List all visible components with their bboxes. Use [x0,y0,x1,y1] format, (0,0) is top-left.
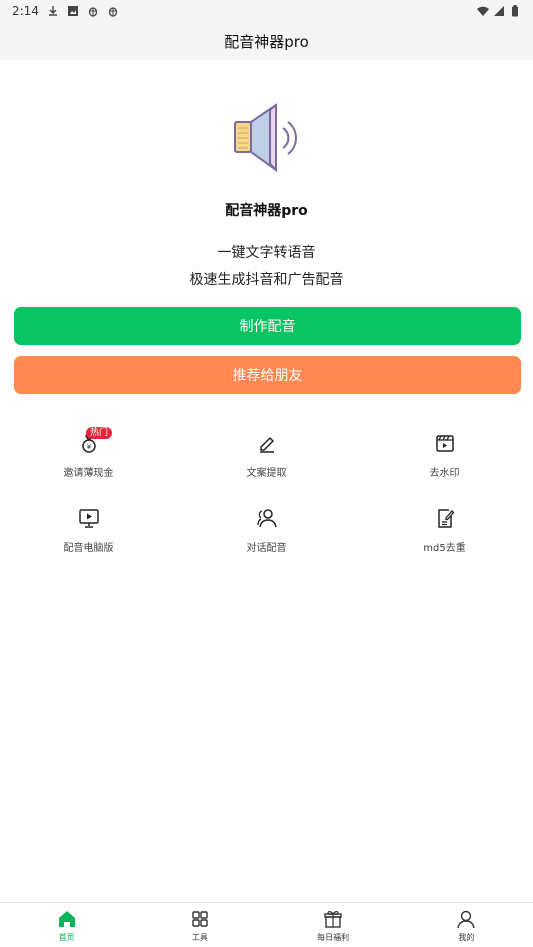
edit-document-icon [437,509,454,528]
bug-icon [88,7,98,17]
grid-icon [192,911,208,927]
nav-daily-welfare[interactable]: 每日福利 [267,903,400,947]
nav-label: 我的 [458,933,475,942]
speaker-icon [234,102,297,173]
feature-text-extract[interactable]: 文案提取 [178,425,355,485]
photo-icon [67,6,78,16]
feature-label: 去水印 [429,468,460,479]
home-icon [58,911,75,927]
monitor-play-icon [78,509,99,528]
bottom-nav: 首页 工具 每日福利 我的 [0,902,533,947]
feature-label: 邀请薄现金 [63,468,114,479]
status-time: 2:14 [12,4,39,18]
wifi-icon [477,6,489,16]
nav-label: 首页 [58,933,75,942]
feature-pc-version[interactable]: 配音电脑版 [0,500,177,560]
feature-invite-cash[interactable]: ¥ 热门 邀请薄现金 [0,425,177,485]
feature-label: 配音电脑版 [63,543,114,554]
status-bar: 2:14 [0,0,533,22]
hot-badge: 热门 [86,427,113,439]
recommend-button[interactable]: 推荐给朋友 [14,356,521,394]
feature-remove-watermark[interactable]: 去水印 [356,425,533,485]
app-name: 配音神器pro [225,203,308,219]
svg-text:¥: ¥ [86,443,91,451]
tagline-line1: 一键文字转语音 [217,245,316,261]
feature-dialogue-dubbing[interactable]: 对话配音 [178,500,355,560]
feature-label: 对话配音 [246,543,287,554]
tagline-line2: 极速生成抖音和广告配音 [189,272,344,288]
users-icon [256,509,277,528]
signal-icon [494,6,504,16]
person-icon [457,910,476,929]
nav-label: 每日福利 [317,933,350,942]
nav-mine[interactable]: 我的 [400,903,533,947]
clapperboard-icon [435,435,454,452]
app-bar-title: 配音神器pro [224,32,309,51]
nav-home[interactable]: 首页 [0,903,133,947]
bug-icon-2 [108,7,118,17]
gift-icon [324,911,342,928]
app-bar: 配音神器pro [0,22,533,60]
feature-label: md5去重 [423,543,466,554]
feature-md5-dedupe[interactable]: md5去重 [356,500,533,560]
feature-label: 文案提取 [246,468,287,479]
make-dubbing-button[interactable]: 制作配音 [14,307,521,345]
pen-icon [259,437,274,453]
nav-tools[interactable]: 工具 [133,903,266,947]
battery-icon [512,5,518,17]
download-icon [48,6,57,16]
nav-label: 工具 [191,933,208,942]
